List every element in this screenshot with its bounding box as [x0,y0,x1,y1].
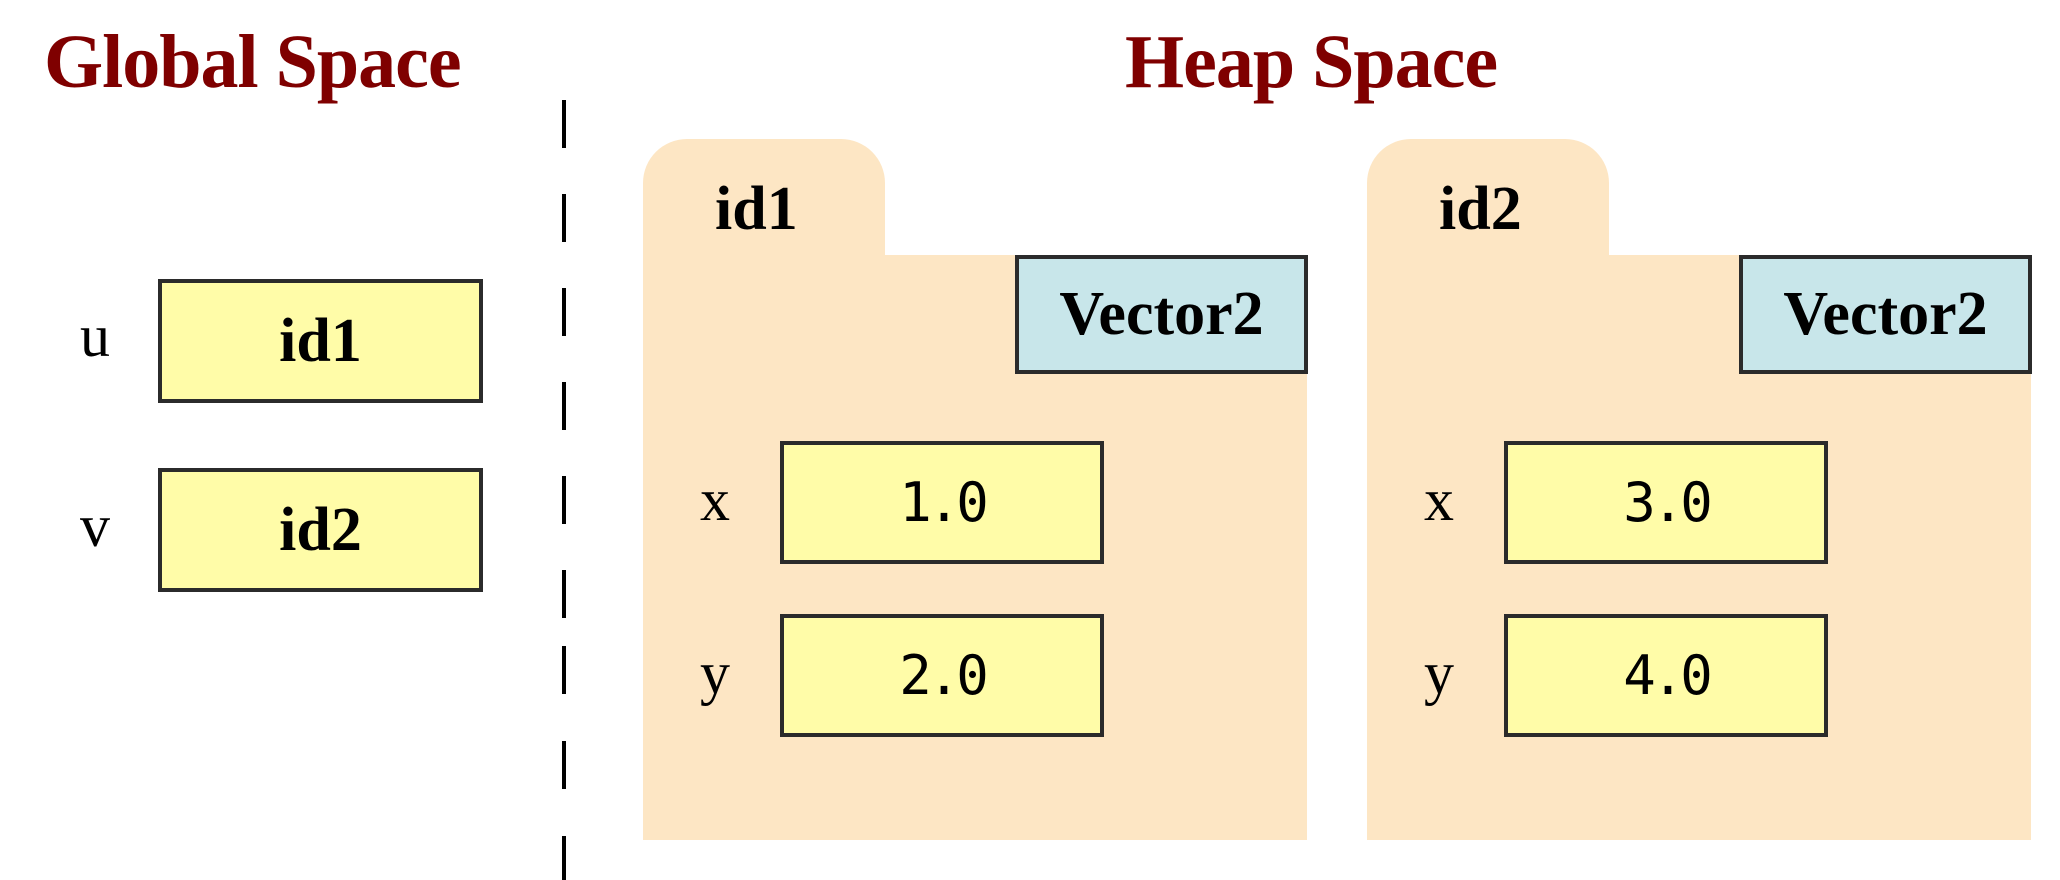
class-name-box: Vector2 [1015,255,1308,374]
divider-dash [562,382,566,430]
class-name-box: Vector2 [1739,255,2032,374]
field-value: 4.0 [1623,644,1713,707]
var-value: id1 [279,306,362,375]
field-value-box: 4.0 [1504,614,1828,737]
field-value-box: 3.0 [1504,441,1828,564]
class-name: Vector2 [1059,280,1264,348]
divider-dash [562,646,566,694]
field-value-box: 1.0 [780,441,1104,564]
object-id-label: id1 [715,175,798,243]
field-value: 1.0 [899,471,989,534]
divider-dash [562,476,566,524]
field-value-box: 2.0 [780,614,1104,737]
divider-dash [562,570,566,618]
global-space-title: Global Space [44,20,462,104]
divider-dash [562,288,566,336]
divider-dash [562,100,566,148]
field-name-label: x [700,467,730,533]
var-value-box: id1 [158,279,483,403]
divider-dash [562,741,566,789]
field-name-label: x [1424,467,1454,533]
field-value: 2.0 [899,644,989,707]
field-name-label: y [700,640,730,706]
field-value: 3.0 [1623,471,1713,534]
divider-dash [562,194,566,242]
var-name-label: u [80,303,110,369]
divider-dash [562,836,566,880]
var-value: id2 [279,495,362,564]
object-id-label: id2 [1439,175,1522,243]
class-name: Vector2 [1783,280,1988,348]
var-name-label: v [80,493,110,559]
var-value-box: id2 [158,468,483,592]
field-name-label: y [1424,640,1454,706]
heap-space-title: Heap Space [1125,20,1498,104]
